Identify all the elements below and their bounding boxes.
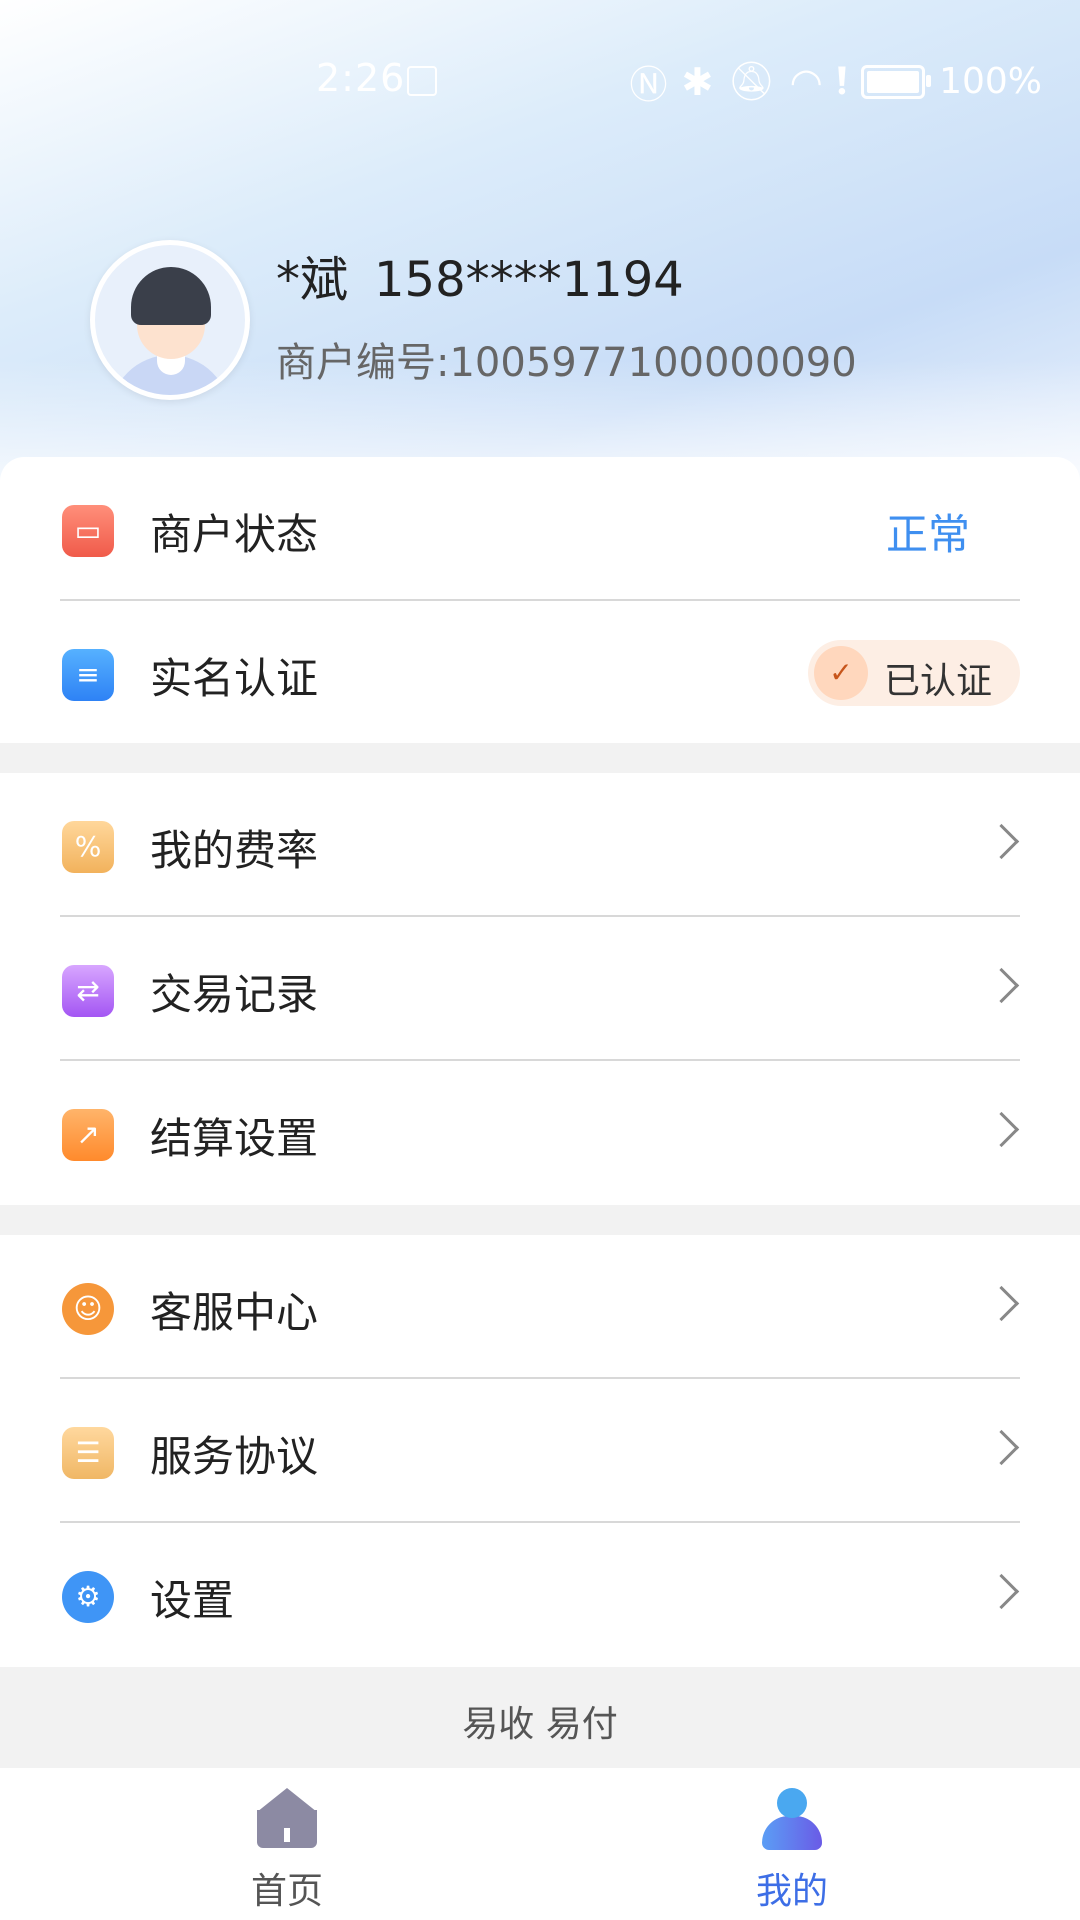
badge-label: 已认证 (884, 661, 993, 702)
status-value: 正常 (885, 510, 970, 559)
status-time: 2:26 (316, 56, 406, 100)
user-name-line: *斌 158****1194 (276, 240, 684, 310)
avatar[interactable] (90, 240, 250, 400)
row-settings[interactable]: ⚙ 设置 (0, 1523, 1080, 1667)
home-icon (257, 1788, 317, 1848)
notification-icon (407, 66, 437, 96)
business-card: % 我的费率 ⇄ 交易记录 ↗ 结算设置 (0, 773, 1080, 1205)
row-label: 结算设置 (150, 1114, 319, 1163)
row-my-rate[interactable]: % 我的费率 (0, 773, 1080, 917)
row-customer-service[interactable]: ☺ 客服中心 (0, 1235, 1080, 1379)
merchant-number: 商户编号:1005977100000090 (276, 340, 857, 386)
row-label: 商户状态 (150, 510, 319, 559)
row-label: 实名认证 (150, 654, 319, 703)
rate-icon: % (62, 821, 114, 873)
row-label: 设置 (150, 1576, 235, 1625)
id-card-icon: ≡ (62, 649, 114, 701)
alert-icon: ❗︎ (836, 59, 848, 103)
chevron-right-icon (983, 967, 1020, 1004)
verified-icon: ✓ (814, 646, 868, 700)
row-label: 交易记录 (150, 970, 319, 1019)
agreement-icon: ☰ (62, 1427, 114, 1479)
row-transaction-records[interactable]: ⇄ 交易记录 (0, 917, 1080, 1061)
row-label: 服务协议 (150, 1432, 319, 1481)
battery-percentage: 100% (939, 61, 1042, 102)
nfc-icon: Ⓝ (629, 63, 668, 107)
user-name: *斌 (276, 252, 349, 308)
battery-icon (861, 64, 932, 99)
chevron-right-icon (983, 1285, 1020, 1322)
customer-service-icon: ☺ (62, 1283, 114, 1335)
row-real-name-auth[interactable]: ≡ 实名认证 ✓ 已认证 (0, 601, 1080, 745)
store-icon: ▭ (62, 505, 114, 557)
tab-label: 我的 (755, 1871, 828, 1912)
tab-home[interactable]: 首页 (137, 1768, 437, 1920)
chevron-right-icon (983, 1429, 1020, 1466)
mute-icon: 🔕︎ (727, 59, 776, 103)
chevron-right-icon (983, 1111, 1020, 1148)
chevron-right-icon (983, 823, 1020, 860)
support-card: ☺ 客服中心 ☰ 服务协议 ⚙ 设置 (0, 1235, 1080, 1667)
transaction-icon: ⇄ (62, 965, 114, 1017)
merchant-info-card: ▭ 商户状态 正常 ≡ 实名认证 ✓ 已认证 (0, 457, 1080, 743)
row-merchant-status[interactable]: ▭ 商户状态 正常 (0, 457, 1080, 601)
row-label: 客服中心 (150, 1288, 319, 1337)
settlement-icon: ↗ (62, 1109, 114, 1161)
user-phone: 158****1194 (374, 252, 684, 308)
footer-slogan: 易收 易付 (462, 1704, 618, 1745)
wifi-icon: ◠ (789, 59, 823, 104)
tab-label: 首页 (250, 1871, 323, 1912)
row-service-agreement[interactable]: ☰ 服务协议 (0, 1379, 1080, 1523)
verified-badge: ✓ 已认证 (808, 640, 1020, 706)
row-label: 我的费率 (150, 826, 319, 875)
row-settlement-settings[interactable]: ↗ 结算设置 (0, 1061, 1080, 1205)
bluetooth-icon: ✱ (681, 59, 714, 104)
profile-icon (762, 1788, 822, 1850)
status-bar: 2:26 Ⓝ ✱ 🔕︎ ◠ ❗︎ 100% (0, 50, 1080, 110)
bottom-tab-bar: 首页 我的 (0, 1768, 1080, 1920)
tab-mine[interactable]: 我的 (642, 1768, 942, 1920)
chevron-right-icon (983, 1573, 1020, 1610)
system-icons: Ⓝ ✱ 🔕︎ ◠ ❗︎ 100% (629, 54, 1042, 109)
settings-gear-icon: ⚙ (62, 1571, 114, 1623)
